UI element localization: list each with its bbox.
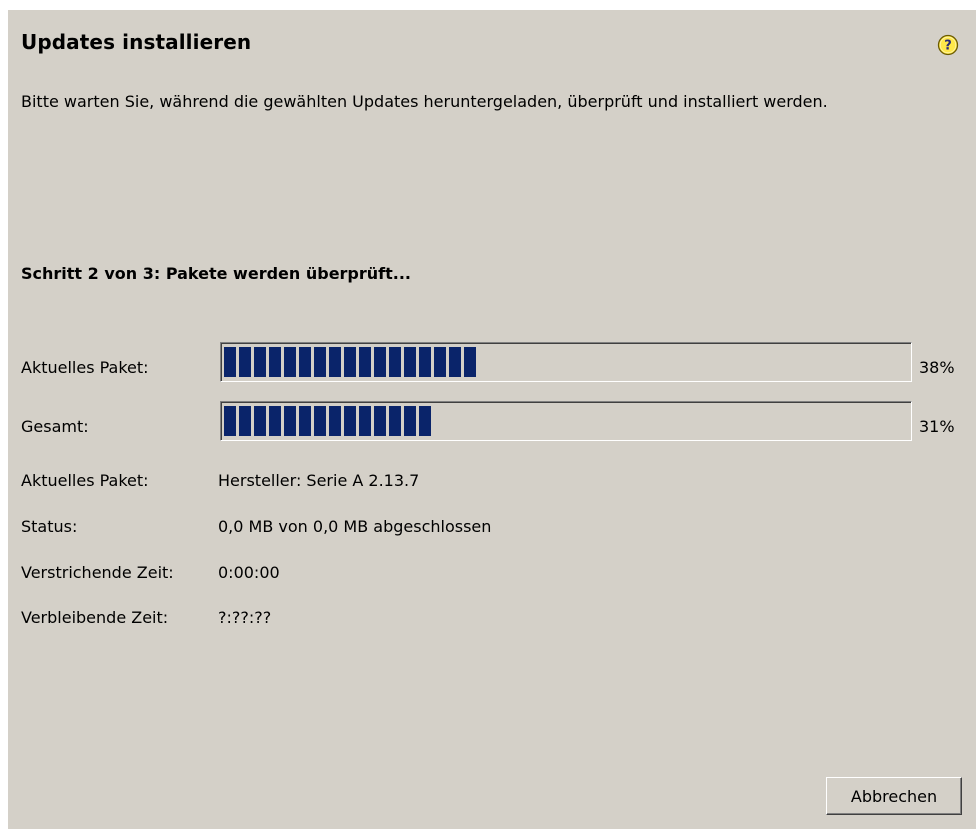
current-package-detail-label: Aktuelles Paket: bbox=[21, 471, 149, 490]
remaining-time-label: Verbleibende Zeit: bbox=[21, 608, 169, 627]
remaining-time-value: ?:??:?? bbox=[218, 608, 272, 627]
total-percent: 31% bbox=[919, 417, 955, 436]
cancel-button[interactable]: Abbrechen bbox=[826, 777, 962, 815]
help-icon[interactable]: ? bbox=[937, 34, 959, 56]
current-package-detail-value: Hersteller: Serie A 2.13.7 bbox=[218, 471, 420, 490]
current-package-progress-label: Aktuelles Paket: bbox=[21, 358, 149, 377]
svg-text:?: ? bbox=[944, 39, 952, 54]
total-progress-fill bbox=[224, 406, 431, 436]
elapsed-time-value: 0:00:00 bbox=[218, 563, 280, 582]
dialog-description: Bitte warten Sie, während die gewählten … bbox=[21, 92, 828, 111]
dialog-title: Updates installieren bbox=[21, 30, 252, 54]
current-package-percent: 38% bbox=[919, 358, 955, 377]
status-value: 0,0 MB von 0,0 MB abgeschlossen bbox=[218, 517, 492, 536]
total-progress-bar bbox=[220, 401, 912, 441]
install-updates-dialog: Updates installieren ? Bitte warten Sie,… bbox=[8, 10, 976, 829]
status-label: Status: bbox=[21, 517, 78, 536]
elapsed-time-label: Verstrichende Zeit: bbox=[21, 563, 174, 582]
step-status: Schritt 2 von 3: Pakete werden überprüft… bbox=[21, 264, 412, 283]
current-package-progress-bar bbox=[220, 342, 912, 382]
total-progress-label: Gesamt: bbox=[21, 417, 89, 436]
current-package-progress-fill bbox=[224, 347, 476, 377]
